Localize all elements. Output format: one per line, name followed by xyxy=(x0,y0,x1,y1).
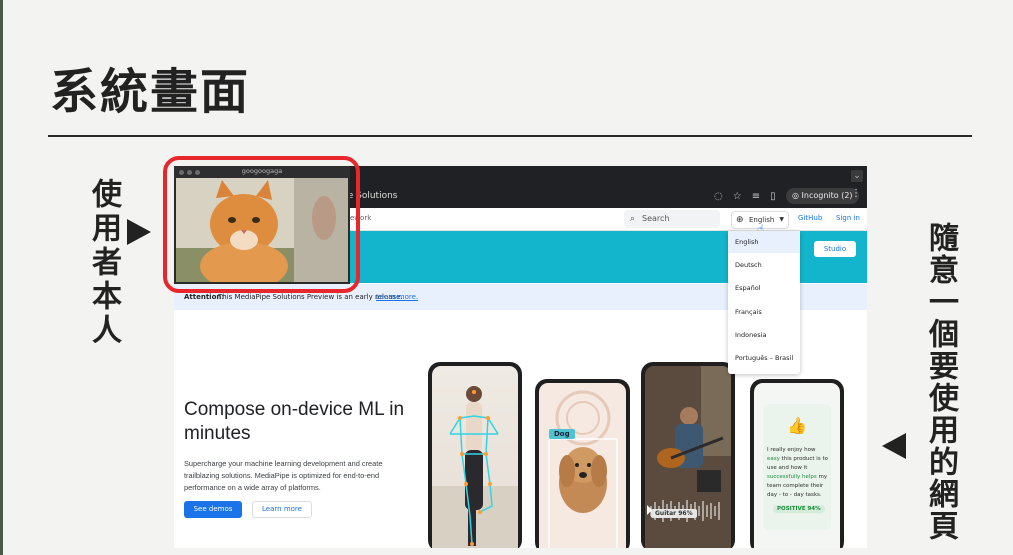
slide-left-border xyxy=(0,0,3,555)
incognito-indicator[interactable]: ◎ Incognito (2) xyxy=(786,188,859,204)
side-panel-icon[interactable]: ▯ xyxy=(770,191,776,202)
tab-search-chevron-icon[interactable]: ⌄ xyxy=(851,170,863,182)
language-option-indonesia[interactable]: Indonesia xyxy=(728,324,800,346)
search-icon: ⌕ xyxy=(630,214,636,224)
arrow-left-icon xyxy=(882,433,906,459)
search-input[interactable]: ⌕ Search xyxy=(624,210,720,228)
review-card: 👍 I really enjoy how easy this product i… xyxy=(763,404,831,530)
audio-class-badge: Guitar 96% xyxy=(651,509,697,518)
review-highlight-easy: easy xyxy=(767,456,780,462)
hero-description: Supercharge your machine learning develo… xyxy=(184,459,383,492)
address-bar[interactable]: pe Solutions xyxy=(342,187,662,205)
arrow-right-icon xyxy=(127,219,151,245)
guitar-player-image xyxy=(645,366,731,548)
language-option-label: Español xyxy=(735,284,761,292)
incognito-label: Incognito (2) xyxy=(801,191,853,200)
see-demos-button[interactable]: See demos xyxy=(184,501,242,518)
phone-pose-demo xyxy=(428,362,522,548)
language-option-portugues-brasil[interactable]: Português – Brasil xyxy=(728,347,800,369)
dog-demo-screen: Dog xyxy=(539,383,626,548)
media-controls-icon[interactable]: ≡ xyxy=(752,191,760,202)
globe-icon: ⊕ xyxy=(736,215,744,225)
bookmark-star-icon[interactable]: ☆ xyxy=(733,191,742,202)
phone-audio-classification-demo: Guitar 96% xyxy=(641,362,735,548)
dog-image xyxy=(548,390,618,548)
language-option-deutsch[interactable]: Deutsch xyxy=(728,254,800,276)
language-option-label: Português – Brasil xyxy=(735,354,794,362)
incognito-icon: ◎ xyxy=(792,191,802,200)
language-option-label: English xyxy=(735,238,759,246)
hero-title: Compose on-device ML in minutes xyxy=(184,399,405,444)
label-webpage: 隨意一個要使用的網頁 xyxy=(923,222,958,542)
guitar-demo-screen: Guitar 96% xyxy=(645,366,731,548)
dog-detection-label: Dog xyxy=(549,429,575,439)
language-option-english[interactable]: English xyxy=(728,231,800,253)
language-option-label: Indonesia xyxy=(735,331,767,339)
search-placeholder: Search xyxy=(642,214,670,223)
phone-object-detection-demo: Dog xyxy=(535,379,630,548)
toolbar-icons: ◌ ☆ ≡ ▯ xyxy=(714,187,776,205)
user-camera-highlight xyxy=(163,156,360,293)
language-option-label: Français xyxy=(735,308,762,316)
review-highlight-helps: successfully helps xyxy=(767,474,817,480)
language-dropdown-menu: English Deutsch Español Français Indones… xyxy=(728,231,800,374)
language-option-francais[interactable]: Français xyxy=(728,301,800,323)
sign-in-link[interactable]: Sign in xyxy=(836,214,860,222)
audio-class-label: Guitar xyxy=(655,510,677,517)
pose-demo-screen xyxy=(432,366,518,548)
language-option-label: Deutsch xyxy=(735,261,762,269)
learn-more-button[interactable]: Learn more xyxy=(252,501,312,518)
attention-learn-more-link[interactable]: Learn more. xyxy=(376,284,418,310)
thumbs-up-icon: 👍 xyxy=(787,416,807,435)
label-user: 使用者本人 xyxy=(86,178,121,348)
pose-figure-image xyxy=(432,386,518,548)
phone-text-classification-demo: 👍 I really enjoy how easy this product i… xyxy=(750,379,844,548)
text-demo-screen: 👍 I really enjoy how easy this product i… xyxy=(754,383,840,548)
eye-off-icon[interactable]: ◌ xyxy=(714,191,723,202)
title-divider xyxy=(48,135,972,137)
menu-kebab-icon[interactable]: ⋮ xyxy=(851,188,861,199)
review-text: I really enjoy how easy this product is … xyxy=(767,446,829,500)
github-link[interactable]: GitHub xyxy=(798,214,822,222)
slide-title: 系統畫面 xyxy=(50,64,251,120)
review-text-part: I really enjoy how xyxy=(767,447,816,453)
audio-class-score: 96% xyxy=(678,510,693,517)
language-option-espanol[interactable]: Español xyxy=(728,277,800,299)
caret-down-icon: ▼ xyxy=(779,216,784,223)
studio-button[interactable]: Studio xyxy=(814,241,856,257)
sentiment-badge: POSITIVE 94% xyxy=(773,505,825,513)
